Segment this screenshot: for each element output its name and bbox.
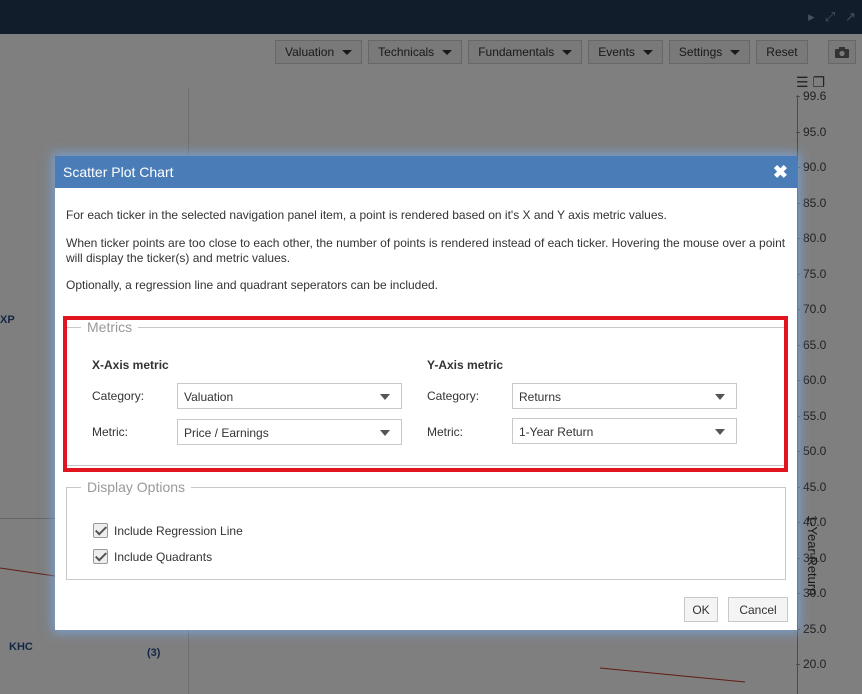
regression-line-checkbox[interactable] [93,523,108,538]
scatter-plot-dialog: Scatter Plot Chart ✖ For each ticker in … [55,156,797,630]
ok-button[interactable]: OK [684,597,718,622]
display-options-legend: Display Options [81,479,192,495]
metrics-highlight-box [63,316,788,472]
close-icon[interactable]: ✖ [773,163,788,181]
regression-line-option[interactable]: Include Regression Line [93,523,243,538]
display-options-fieldset: Display Options Include Regression Line … [66,479,786,580]
description-paragraph: When ticker points are too close to each… [66,236,786,265]
description-paragraph: For each ticker in the selected navigati… [66,208,667,222]
dialog-body: For each ticker in the selected navigati… [55,188,797,293]
cancel-button[interactable]: Cancel [728,597,788,622]
description-paragraph: Optionally, a regression line and quadra… [66,278,439,292]
dialog-header: Scatter Plot Chart ✖ [55,156,797,188]
quadrants-option[interactable]: Include Quadrants [93,549,212,564]
quadrants-checkbox[interactable] [93,549,108,564]
dialog-title: Scatter Plot Chart [63,164,174,180]
